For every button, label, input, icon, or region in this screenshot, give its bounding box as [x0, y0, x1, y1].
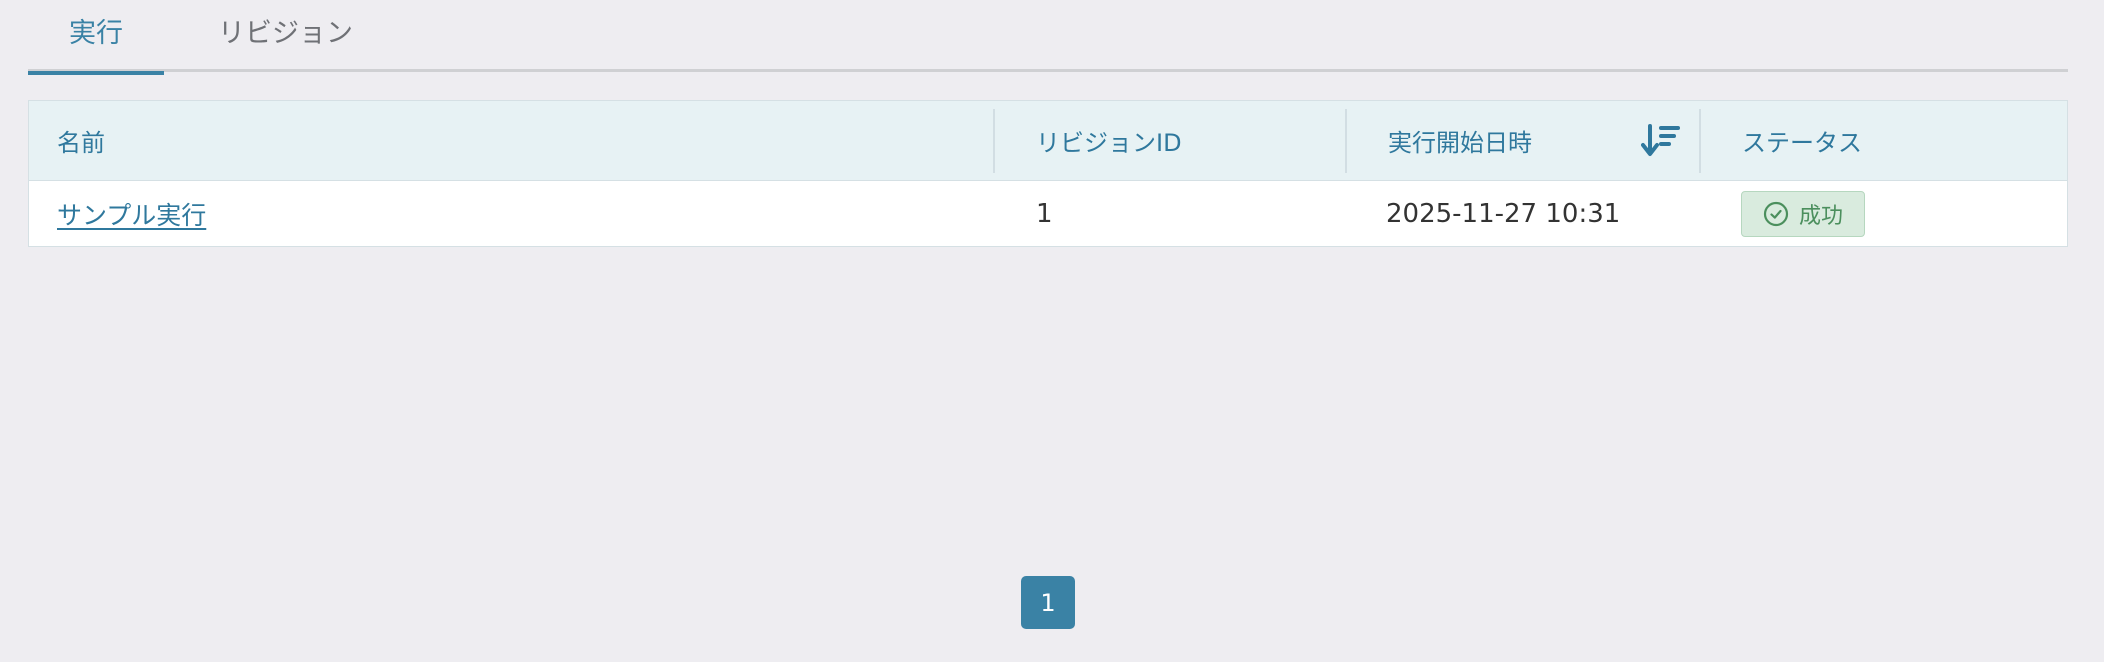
column-header-revision-id: リビジョンID — [1036, 101, 1182, 180]
cell-started-at: 2025-11-27 10:31 — [1386, 181, 1620, 246]
tab-runs-label: 実行 — [69, 18, 123, 49]
status-label: 成功 — [1798, 204, 1843, 229]
column-header-status: ステータス — [1742, 101, 1862, 180]
column-divider[interactable] — [1699, 109, 1701, 173]
tab-bar: 実行 リビジョン — [28, 0, 2068, 75]
column-header-started-at-label: 実行開始日時 — [1388, 129, 1532, 157]
column-divider[interactable] — [993, 109, 995, 173]
tab-runs[interactable]: 実行 — [28, 18, 164, 75]
column-divider[interactable] — [1345, 109, 1347, 173]
pagination-page-button[interactable]: 1 — [1021, 576, 1075, 629]
runs-table: 名前 リビジョンID 実行開始日時 ステータス サンプル実行 1 2025-11… — [28, 100, 2068, 247]
tab-revisions[interactable]: リビジョン — [218, 20, 353, 72]
cell-revision-id: 1 — [1036, 181, 1053, 246]
table-header: 名前 リビジョンID 実行開始日時 ステータス — [29, 101, 2067, 181]
column-header-status-label: ステータス — [1742, 129, 1862, 157]
column-header-name: 名前 — [57, 101, 105, 180]
tab-revisions-label: リビジョン — [218, 18, 353, 49]
status-badge: 成功 — [1741, 191, 1865, 237]
run-name-link[interactable]: サンプル実行 — [57, 196, 206, 232]
table-row: サンプル実行 1 2025-11-27 10:31 成功 — [29, 181, 2067, 246]
revision-id-value: 1 — [1036, 198, 1053, 229]
sort-descending-icon[interactable] — [1641, 123, 1681, 159]
cell-name: サンプル実行 — [57, 181, 206, 246]
column-header-name-label: 名前 — [57, 129, 105, 157]
check-circle-icon — [1763, 201, 1789, 227]
pagination-page-number: 1 — [1040, 588, 1056, 617]
column-header-started-at[interactable]: 実行開始日時 — [1388, 101, 1532, 180]
started-at-value: 2025-11-27 10:31 — [1386, 198, 1621, 229]
column-header-revision-id-label: リビジョンID — [1036, 129, 1182, 157]
